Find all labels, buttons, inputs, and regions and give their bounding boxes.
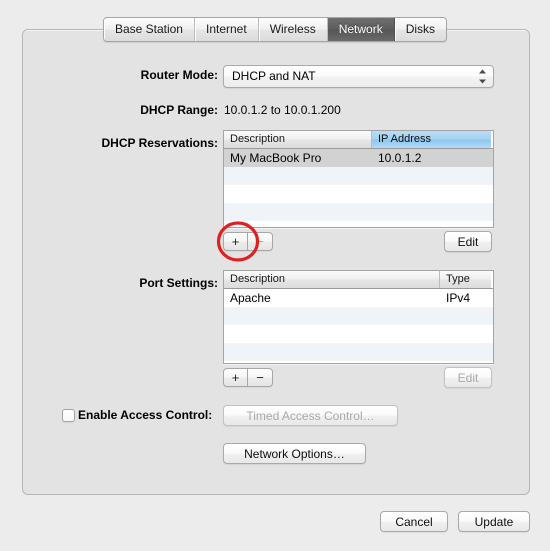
column-header-type[interactable]: Type <box>440 271 491 288</box>
update-button[interactable]: Update <box>458 511 530 532</box>
port-settings-table[interactable]: Description Type Apache IPv4 <box>223 270 494 364</box>
port-settings-label: Port Settings: <box>100 276 218 290</box>
cell-description: My MacBook Pro <box>224 149 372 167</box>
remove-dhcp-reservation-button[interactable]: − <box>248 232 273 251</box>
table-row-empty[interactable] <box>224 167 493 185</box>
enable-access-control-label: Enable Access Control: <box>78 408 218 422</box>
tab-wireless[interactable]: Wireless <box>259 18 328 41</box>
cell-ip-address: 10.0.1.2 <box>372 149 491 167</box>
dhcp-range-label: DHCP Range: <box>100 103 218 117</box>
add-port-setting-button[interactable]: + <box>223 368 248 387</box>
router-mode-label: Router Mode: <box>100 68 218 82</box>
column-header-ip-address[interactable]: IP Address <box>372 131 491 148</box>
table-body: My MacBook Pro 10.0.1.2 <box>224 149 493 228</box>
timed-access-control-button[interactable]: Timed Access Control… <box>223 405 398 426</box>
tab-disks[interactable]: Disks <box>395 18 446 41</box>
cell-description: Apache <box>224 289 440 307</box>
tab-base-station[interactable]: Base Station <box>104 18 195 41</box>
network-options-button[interactable]: Network Options… <box>223 443 366 464</box>
edit-dhcp-reservation-button[interactable]: Edit <box>444 231 492 252</box>
table-header-row: Description IP Address <box>224 131 493 149</box>
table-row[interactable]: Apache IPv4 <box>224 289 493 307</box>
column-header-description[interactable]: Description <box>224 271 440 288</box>
port-settings-add-remove-group: + − <box>223 368 273 387</box>
dhcp-reservations-add-remove-group: + − <box>223 232 273 251</box>
table-row-empty[interactable] <box>224 307 493 325</box>
cancel-button[interactable]: Cancel <box>380 511 448 532</box>
table-row[interactable]: My MacBook Pro 10.0.1.2 <box>224 149 493 167</box>
table-row-empty[interactable] <box>224 185 493 203</box>
router-mode-select[interactable]: DHCP and NAT <box>223 65 494 88</box>
cell-type: IPv4 <box>440 289 491 307</box>
table-header-row: Description Type <box>224 271 493 289</box>
updown-chevron-icon <box>478 69 487 84</box>
tab-internet[interactable]: Internet <box>195 18 259 41</box>
table-row-empty[interactable] <box>224 343 493 361</box>
table-body: Apache IPv4 <box>224 289 493 361</box>
tab-bar: Base Station Internet Wireless Network D… <box>0 17 550 42</box>
table-row-empty[interactable] <box>224 203 493 221</box>
router-mode-value: DHCP and NAT <box>232 66 469 87</box>
table-row-empty[interactable] <box>224 325 493 343</box>
add-dhcp-reservation-button[interactable]: + <box>223 232 248 251</box>
dhcp-reservations-label: DHCP Reservations: <box>80 136 218 150</box>
enable-access-control-checkbox[interactable] <box>62 409 75 422</box>
dhcp-reservations-table[interactable]: Description IP Address My MacBook Pro 10… <box>223 130 494 228</box>
table-row-empty[interactable] <box>224 221 493 228</box>
column-header-description[interactable]: Description <box>224 131 372 148</box>
dhcp-range-value: 10.0.1.2 to 10.0.1.200 <box>224 103 341 117</box>
tab-network[interactable]: Network <box>328 18 395 41</box>
remove-port-setting-button[interactable]: − <box>248 368 273 387</box>
edit-port-setting-button[interactable]: Edit <box>444 367 492 388</box>
